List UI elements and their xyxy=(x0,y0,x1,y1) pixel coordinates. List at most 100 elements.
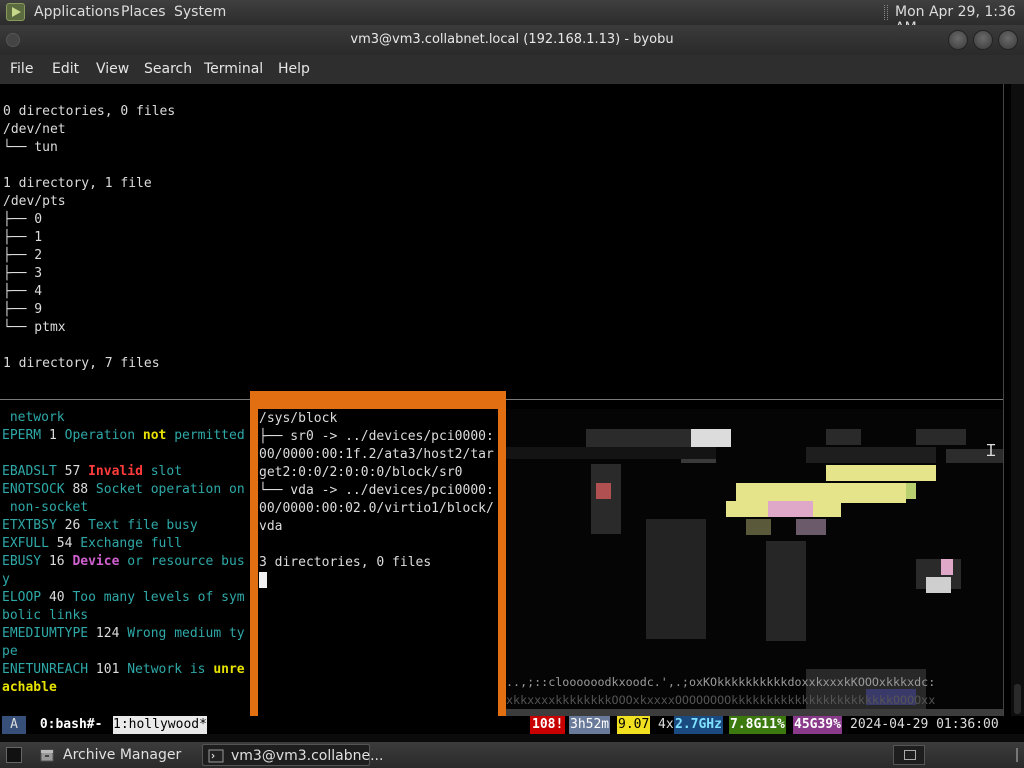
taskbar-archive-manager[interactable]: Archive Manager xyxy=(34,744,196,766)
strerror-text: bolic links xyxy=(2,608,89,623)
strerror-line: non-socket xyxy=(2,499,88,517)
terminal-line: /dev/net xyxy=(3,122,66,137)
strerror-line: EMEDIUMTYPE 124 Wrong medium ty xyxy=(2,625,245,643)
tree-line: 00/0000:00:02.0/virtio1/block/ xyxy=(259,501,494,516)
tree-line: 3 directories, 0 files xyxy=(259,555,432,570)
menu-view[interactable]: View xyxy=(96,61,129,77)
ascii-art-line: xkkxxxxkkkkkkkkOOOxkxxxxOOOOOOOOkkkkkkkk… xyxy=(506,693,936,707)
strerror-text: Invalid xyxy=(88,464,143,479)
strerror-text: 40 xyxy=(48,590,65,605)
strerror-text: EBADSLT xyxy=(2,464,65,479)
terminal-line: ├── 9 xyxy=(3,302,43,317)
terminal-line: ├── 2 xyxy=(3,248,43,263)
window-titlebar[interactable]: vm3@vm3.collabnet.local (192.168.1.13) -… xyxy=(0,25,1024,55)
strerror-text: or resource bus xyxy=(119,554,245,569)
archive-manager-icon xyxy=(40,749,54,762)
art-block xyxy=(736,483,906,503)
tree-line: └── vda -> ../devices/pci0000: xyxy=(259,483,494,498)
maximize-button[interactable] xyxy=(973,30,993,50)
strerror-line: ELOOP 40 Too many levels of sym xyxy=(2,589,245,607)
workspace-switcher[interactable] xyxy=(893,745,925,765)
strerror-text: achable xyxy=(2,680,57,695)
taskbar-label: Archive Manager xyxy=(63,747,182,763)
taskbar-label: vm3@vm3.collabne... xyxy=(231,748,384,764)
applications-logo-icon[interactable] xyxy=(6,3,25,21)
menu-system[interactable]: System xyxy=(174,4,226,20)
taskbar-terminal[interactable]: vm3@vm3.collabne... xyxy=(202,744,383,766)
terminal-line: 1 directory, 1 file xyxy=(3,176,152,191)
strerror-line: ENOTSOCK 88 Socket operation on xyxy=(2,481,245,499)
strerror-text: 88 xyxy=(72,482,89,497)
art-block xyxy=(766,541,806,641)
strerror-line: ETXTBSY 26 Text file busy xyxy=(2,517,198,535)
menu-help[interactable]: Help xyxy=(278,61,310,77)
terminal-line: └── ptmx xyxy=(3,320,66,335)
strerror-text: 101 xyxy=(95,662,120,677)
pane-right-border xyxy=(1003,84,1004,716)
strerror-text: Exchange full xyxy=(72,536,183,551)
byobu-statusbar: A 0:bash#- 1:hollywood* 108! 3h52m 9.07 … xyxy=(0,716,1024,734)
text-cursor-icon: Ｉ xyxy=(983,441,1000,460)
strerror-text: ELOOP xyxy=(2,590,49,605)
window-tab-bash[interactable]: 0:bash#- xyxy=(32,716,110,734)
strerror-text: Text file busy xyxy=(80,518,198,533)
terminal-line: 1 directory, 7 files xyxy=(3,356,160,371)
menu-applications[interactable]: Applications xyxy=(34,4,120,20)
ascii-art-line: ..,;::cloooooodkxoodc.',.;oxKOkkkkkkkkkk… xyxy=(506,675,936,689)
strerror-line: pe xyxy=(2,643,18,661)
art-block xyxy=(941,559,953,575)
bottom-taskbar: Archive Manager vm3@vm3.collabne... xyxy=(0,742,1024,768)
strerror-text: slot xyxy=(142,464,183,479)
panel-separator xyxy=(884,5,888,20)
strerror-text: Wrong medium ty xyxy=(119,626,245,641)
strerror-text: Network is xyxy=(119,662,214,677)
show-desktop-icon[interactable] xyxy=(6,747,22,763)
strerror-line: y xyxy=(2,571,10,589)
terminal-area[interactable]: 0 directories, 0 files/dev/net └── tun 1 d… xyxy=(0,84,1024,742)
strerror-text: unre xyxy=(213,662,245,677)
strerror-text: EBUSY xyxy=(2,554,49,569)
strerror-text: pe xyxy=(2,644,18,659)
window-title: vm3@vm3.collabnet.local (192.168.1.13) -… xyxy=(350,32,674,47)
scrollbar-thumb[interactable] xyxy=(1014,684,1021,714)
strerror-text: Device xyxy=(72,554,120,569)
menu-file[interactable]: File xyxy=(10,61,33,77)
menu-places[interactable]: Places xyxy=(121,4,166,20)
strerror-line: ENETUNREACH 101 Network is unre xyxy=(2,661,245,679)
art-block xyxy=(691,429,731,447)
strerror-text: network xyxy=(2,410,65,425)
art-block xyxy=(646,519,706,639)
terminal-bottom-strip xyxy=(0,734,1024,742)
art-block xyxy=(506,709,1003,716)
terminal-line: ├── 1 xyxy=(3,230,43,245)
updates-available: 108! xyxy=(530,716,566,734)
memory-usage: 7.8G11% xyxy=(729,716,786,734)
art-block xyxy=(591,464,621,534)
art-block xyxy=(506,447,716,459)
terminal-line: ├── 4 xyxy=(3,284,43,299)
tree-line: 00/0000:00:1f.2/ata3/host2/tar xyxy=(259,447,494,462)
terminal-line: 0 directories, 0 files xyxy=(3,104,176,119)
terminal-line: ├── 0 xyxy=(3,212,43,227)
strerror-line: EXFULL 54 Exchange full xyxy=(2,535,182,553)
menu-edit[interactable]: Edit xyxy=(52,61,79,77)
strerror-text: permitted xyxy=(166,428,245,443)
terminal-line: └── tun xyxy=(3,140,58,155)
close-button[interactable] xyxy=(998,30,1018,50)
strerror-line: EBADSLT 57 Invalid slot xyxy=(2,463,182,481)
strerror-text: 124 xyxy=(95,626,120,641)
menu-terminal[interactable]: Terminal xyxy=(204,61,263,77)
window-tab-hollywood[interactable]: 1:hollywood* xyxy=(113,716,207,734)
strerror-text: Too many levels of sym xyxy=(64,590,245,605)
art-block xyxy=(768,501,813,517)
strerror-text: 26 xyxy=(64,518,81,533)
menu-search[interactable]: Search xyxy=(144,61,192,77)
strerror-text: ENOTSOCK xyxy=(2,482,73,497)
session-indicator: A xyxy=(2,716,26,734)
strerror-text: Socket operation on xyxy=(88,482,245,497)
minimize-button[interactable] xyxy=(948,30,968,50)
cpu-count: 4x xyxy=(658,717,674,732)
strerror-text: 16 xyxy=(48,554,65,569)
terminal-scrollbar[interactable] xyxy=(1011,84,1024,716)
ascii-world-map-pane: ..,;::cloooooodkxoodc.',.;oxKOkkkkkkkkkk… xyxy=(506,409,1003,716)
